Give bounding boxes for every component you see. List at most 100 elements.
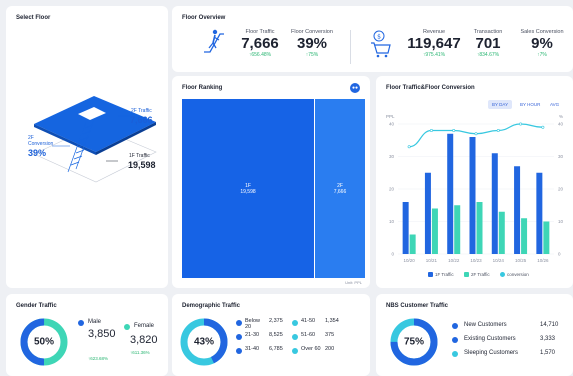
toggle-avg[interactable]: AVG (546, 100, 563, 109)
bar-2f-traffic (454, 205, 461, 254)
select-floor-card: Select Floor 2F Traffic 7,666 2F Convers… (6, 6, 168, 288)
demographic-dot (292, 334, 298, 340)
nbs-customer-card: NBS Customer Traffic 75% New Customers 14… (376, 294, 573, 376)
gender-title: Gender Traffic (16, 303, 57, 309)
floor2-conversion-label: 2F Conversion (28, 135, 54, 147)
legend-2f-traffic[interactable]: 2F Traffic (464, 272, 490, 277)
toggle-by-day[interactable]: BY DAY (488, 100, 513, 109)
male-delta: ↑623.68% (88, 356, 109, 361)
floor1-traffic-value: 19,598 (128, 160, 156, 170)
legend-1f-label: 1F Traffic (435, 272, 454, 277)
demographic-group-value: 1,354 (325, 318, 339, 324)
people-icon[interactable]: ●● (350, 83, 360, 93)
demographic-traffic-card: Demographic Traffic 43% Below 20 2,375 21-… (172, 294, 370, 376)
demographic-group-value: 6,785 (269, 346, 283, 352)
sales-conversion-value: 9% (531, 35, 553, 52)
metric-sales-conversion: Sales Conversion 9% ↑7% (514, 29, 570, 58)
floor2-traffic-value: 7,666 (130, 115, 153, 125)
overview-divider (350, 30, 351, 64)
demographic-group-label: Over 60 (301, 346, 321, 352)
bar-1f-traffic (536, 172, 543, 254)
floor-traffic-value: 7,666 (241, 35, 279, 52)
conversion-point (429, 129, 433, 133)
bar-2f-traffic (431, 208, 438, 254)
x-tick-label: 10/26 (537, 258, 549, 263)
demographic-group-label: 41-50 (301, 318, 316, 324)
y-right-tick: 0 (558, 252, 561, 257)
bar-1f-traffic (469, 137, 476, 254)
bar-2f-traffic (543, 221, 550, 254)
demographic-donut[interactable]: 43% (180, 318, 228, 366)
metric-transaction: Transaction 701 ↑834.67% (464, 29, 512, 58)
conversion-point (452, 129, 456, 133)
nbs-percent: 75% (403, 336, 424, 348)
nbs-item-value: 14,710 (540, 322, 559, 328)
toggle-by-hour[interactable]: BY HOUR (516, 100, 544, 109)
metric-floor-conversion: Floor Conversion 39% ↑75% (286, 29, 338, 58)
floor2-conversion-value: 39% (28, 148, 47, 158)
demographic-group-label: 51-60 (301, 332, 316, 338)
demographic-percent: 43% (193, 336, 214, 348)
x-tick-label: 10/25 (515, 258, 527, 263)
legend-1f-traffic[interactable]: 1F Traffic (428, 272, 454, 277)
nbs-donut[interactable]: 75% (390, 318, 438, 366)
conversion-line (409, 123, 543, 148)
conversion-point (519, 122, 523, 126)
bar-2f-traffic (476, 202, 483, 254)
x-tick-label: 10/24 (493, 258, 505, 263)
revenue-value: 119,647 (407, 35, 461, 52)
demographic-group-value: 8,525 (269, 332, 283, 338)
gender-traffic-card: Gender Traffic 50% Male 3,850 ↑623.68% F… (6, 294, 168, 376)
bar-1f-traffic (402, 202, 409, 254)
gender-percent: 50% (33, 336, 54, 348)
escalator-person-icon (204, 29, 224, 53)
demographic-group-label: 31-40 (245, 346, 260, 352)
conversion-point (474, 132, 478, 136)
treemap-block-2f[interactable]: 2F 7,666 (315, 99, 365, 278)
floor-ranking-title: Floor Ranking (182, 85, 223, 91)
female-dot (124, 324, 130, 330)
metric-revenue: Revenue 119,647 ↑975.41% (404, 29, 464, 58)
treemap-block-1f[interactable]: 1F 19,598 (182, 99, 314, 278)
floor-conversion-value: 39% (296, 35, 328, 52)
bar-2f-traffic (521, 218, 528, 254)
demographic-group-value: 200 (325, 346, 335, 352)
female-label: Female (134, 323, 155, 329)
floor-overview-title: Floor Overview (182, 15, 226, 21)
male-value: 3,850 (88, 328, 116, 340)
transaction-value: 701 (475, 35, 501, 52)
bar-1f-traffic (514, 166, 521, 254)
svg-text:$: $ (377, 34, 381, 41)
nbs-item-value: 1,570 (540, 350, 556, 356)
demographic-dot (292, 320, 298, 326)
legend-conversion[interactable]: conversion (500, 272, 529, 277)
male-label: Male (88, 319, 102, 325)
demographic-dot (236, 348, 242, 354)
demographic-group-label: Below 20 (245, 318, 260, 330)
floor-ranking-card: Floor Ranking ●● 1F 19,598 2F 7,666 Unit… (172, 76, 370, 288)
demographic-title: Demographic Traffic (182, 303, 241, 309)
floor-isometric-graphic[interactable] (6, 6, 168, 288)
nbs-item-value: 3,333 (540, 336, 556, 342)
demographic-group-value: 2,375 (269, 318, 283, 324)
traffic-conversion-card: Floor Traffic&Floor Conversion BY DAY BY… (376, 76, 573, 288)
gender-donut[interactable]: 50% (20, 318, 68, 366)
bar-1f-traffic (491, 153, 498, 254)
floor1-traffic-label: 1F Traffic (129, 153, 150, 159)
nbs-dot (452, 323, 458, 329)
bar-1f-traffic (447, 133, 454, 254)
shopping-cart-dollar-icon: $ (371, 30, 391, 58)
floor2-traffic-label: 2F Traffic (131, 108, 152, 114)
traffic-conversion-title: Floor Traffic&Floor Conversion (386, 85, 475, 91)
y-left-tick: 20 (389, 187, 395, 192)
female-value: 3,820 (130, 334, 158, 346)
treemap-1f-value: 19,598 (240, 189, 256, 195)
traffic-conversion-chart: 0 0 10 10 20 20 30 30 40 40 10/20 10/21 10/22 10/23 10… (389, 122, 564, 264)
demographic-dot (236, 334, 242, 340)
demographic-group-label: 21-30 (245, 332, 260, 338)
x-tick-label: 10/23 (470, 258, 482, 263)
conversion-point (496, 129, 500, 133)
y-left-tick: 10 (389, 219, 395, 224)
legend-2f-label: 2F Traffic (471, 272, 490, 277)
demographic-dot (236, 320, 242, 326)
